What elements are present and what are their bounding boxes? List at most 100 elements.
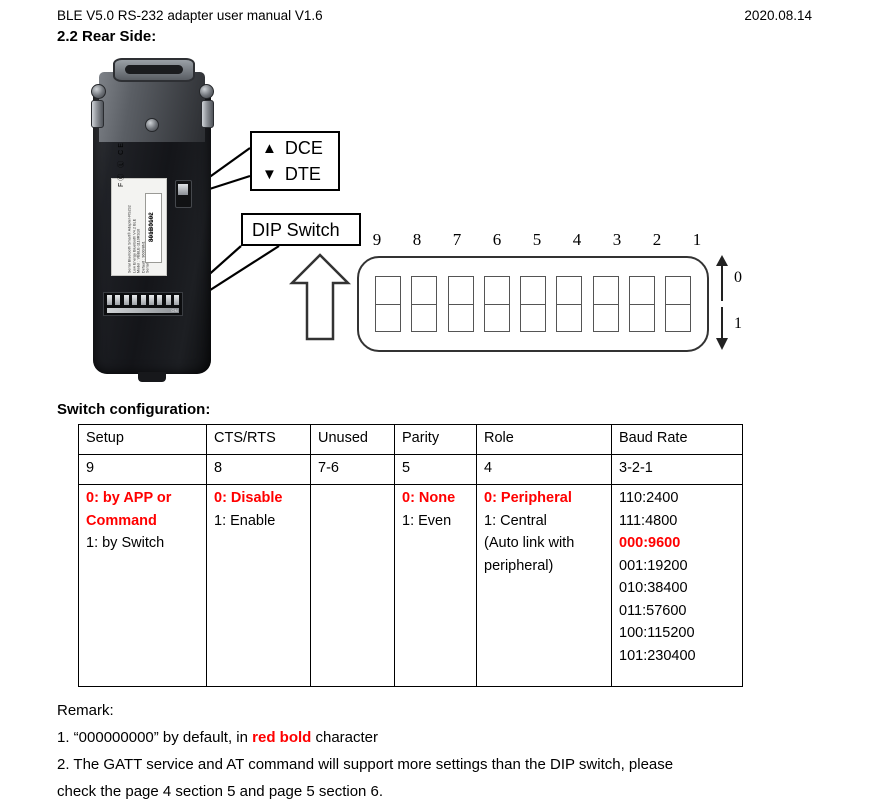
bits-unused: 7-6 [310, 454, 395, 485]
dte-label: DTE [284, 164, 321, 184]
screw-icon [91, 84, 106, 99]
dip-switch-position[interactable] [411, 276, 438, 332]
dip-switch-position[interactable] [483, 276, 510, 332]
jack-screw-icon [201, 100, 214, 128]
column-header-role: Role [476, 424, 612, 455]
device-dip-switch-bank[interactable]: ON [103, 292, 183, 316]
remark-item-2-line-2: check the page 4 section 5 and page 5 se… [57, 783, 384, 800]
bits-role: 4 [476, 454, 612, 485]
dip-pins [107, 295, 179, 305]
table-cell-line: 1: Central [484, 512, 547, 529]
dip-switch-position[interactable] [628, 276, 655, 332]
bits-baud-rate: 3-2-1 [611, 454, 743, 485]
table-cell-line: 0: Peripheral [484, 490, 572, 506]
rear-side-figure: Serial Bluetooth Smart® Adapter-RS232 Low… [57, 48, 757, 388]
callout-dce-dte: ▲ DCE ▼ DTE [250, 131, 340, 191]
dip-switch-positions [375, 276, 691, 332]
bits-parity: 5 [394, 454, 477, 485]
table-cell-line: 101:230400 [619, 647, 696, 664]
dip-number: 5 [532, 230, 542, 249]
cell-parity: 0: None 1: Even [394, 484, 477, 687]
dip-down-value: 1 [734, 315, 742, 332]
remark-heading: Remark: [57, 702, 114, 719]
cell-role: 0: Peripheral 1: Central (Auto link with pe… [476, 484, 612, 687]
screw-icon [199, 84, 214, 99]
remark-section: Remark: 1. “000000000” by default, in re… [57, 697, 847, 805]
dip-number: 2 [652, 230, 662, 249]
dip-number: 9 [372, 230, 382, 249]
dip-up-value: 0 [734, 269, 742, 286]
device-photo: Serial Bluetooth Smart® Adapter-RS232 Low… [79, 52, 229, 382]
remark-1-highlight: red bold [252, 729, 312, 746]
triangle-up-icon: ▲ [262, 139, 277, 157]
dip-switch-position[interactable] [447, 276, 474, 332]
dip-switch-position[interactable] [520, 276, 546, 332]
dip-on-marking: ON [171, 308, 178, 313]
cell-cts-rts: 0: Disable 1: Enable [206, 484, 311, 687]
dip-number: 3 [612, 230, 622, 249]
column-header-setup: Setup [78, 424, 207, 455]
manual-title: BLE V5.0 RS-232 adapter user manual V1.6 [57, 8, 323, 23]
table-bits-row: 9 8 7-6 5 4 3-2-1 [78, 454, 743, 485]
table-values-row: 0: by APP or Command 1: by Switch 0: Disab… [78, 484, 743, 687]
screw-icon [145, 118, 159, 132]
table-cell-line: 001:19200 [619, 557, 688, 574]
cell-baud-rate: 110:2400 111:4800 000:9600 001:19200 010:384… [611, 484, 743, 687]
dip-switch-position[interactable] [375, 276, 401, 332]
document-header: BLE V5.0 RS-232 adapter user manual V1.6… [57, 8, 812, 24]
switch-configuration-heading: Switch configuration: [57, 401, 211, 418]
remark-item-1: 1. “000000000” by default, in red bold c… [57, 724, 847, 751]
dip-strip [107, 308, 179, 313]
callout-row-dte: ▼ DTE [262, 161, 338, 187]
section-heading: 2.2 Rear Side: [57, 28, 157, 45]
table-cell-line: 0: Disable [214, 490, 283, 506]
dip-switch-numbers: 1 2 3 4 5 6 7 8 9 [366, 230, 708, 250]
dip-switch-position[interactable] [592, 276, 619, 332]
block-arrow-up-icon [289, 253, 351, 341]
column-header-unused: Unused [310, 424, 395, 455]
callout-dip-switch: DIP Switch [241, 213, 361, 246]
triangle-down-icon: ▼ [262, 165, 277, 183]
direction-arrows-icon [716, 255, 728, 350]
table-header-row: Setup CTS/RTS Unused Parity Role Baud Ra… [78, 424, 743, 455]
table-cell-line: 0: by APP or [86, 490, 172, 506]
device-product-label: Serial Bluetooth Smart® Adapter-RS232 Low… [111, 141, 167, 276]
dce-dte-slide-switch[interactable] [175, 180, 192, 208]
dip-switch-position[interactable] [556, 276, 583, 332]
table-cell-line: 010:38400 [619, 580, 688, 596]
callout-row-dce: ▲ DCE [262, 135, 338, 161]
table-cell-line: 111:4800 [619, 512, 678, 529]
switch-configuration-table: Setup CTS/RTS Unused Parity Role Baud Ra… [78, 424, 743, 687]
table-cell-line: peripheral) [484, 557, 554, 574]
column-header-baud-rate: Baud Rate [611, 424, 743, 455]
table-cell-line: 011:57600 [619, 602, 687, 619]
dip-number: 8 [412, 230, 422, 249]
dip-switch-position[interactable] [665, 276, 691, 332]
table-cell-line: 1: by Switch [86, 535, 165, 551]
remark-1-suffix: character [311, 729, 379, 746]
dip-switch-label: DIP Switch [252, 219, 340, 240]
made-in-text: Made in Taiwan [148, 213, 153, 241]
remark-item-2-line-1: 2. The GATT service and AT command will … [57, 756, 674, 773]
cell-setup: 0: by APP or Command 1: by Switch [78, 484, 207, 687]
table-cell-line: 1: Enable [214, 512, 276, 529]
dip-number: 4 [572, 230, 582, 249]
cell-unused [310, 484, 395, 687]
column-header-parity: Parity [394, 424, 477, 455]
jack-screw-icon [91, 100, 104, 128]
table-cell-line: 1: Even [402, 512, 452, 529]
dip-switch-diagram [357, 256, 709, 352]
document-date: 2020.08.14 [744, 8, 812, 23]
dip-number: 6 [492, 230, 502, 249]
table-cell-line: 100:115200 [619, 625, 695, 641]
table-cell-line: 110:2400 [619, 490, 679, 506]
bits-cts-rts: 8 [206, 454, 311, 485]
dce-label: DCE [284, 138, 323, 158]
table-cell-line: (Auto link with [484, 535, 575, 551]
column-header-cts-rts: CTS/RTS [206, 424, 311, 455]
table-cell-line: Command [86, 512, 157, 529]
remark-1-prefix: 1. “000000000” by default, in [57, 729, 253, 746]
certification-marks: FⒸ Ⓛ CE [118, 141, 125, 187]
db9-connector [113, 58, 195, 82]
dip-number: 7 [452, 230, 462, 249]
